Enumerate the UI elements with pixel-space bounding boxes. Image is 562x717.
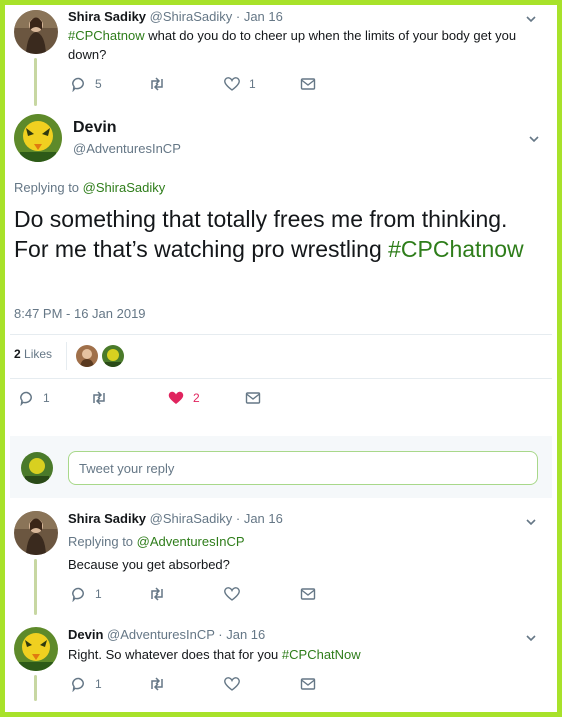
tweet2-replying-to: Replying to @AdventuresInCP	[68, 532, 245, 551]
reply-count: 1	[95, 587, 102, 601]
reply-button[interactable]: 5	[71, 76, 102, 92]
reply-count: 1	[43, 391, 50, 405]
like-button[interactable]	[223, 676, 241, 692]
retweet-button[interactable]	[90, 390, 108, 406]
chevron-down-icon[interactable]	[525, 13, 537, 25]
like-count: 1	[249, 77, 256, 91]
main-tweet-text: Do something that totally frees me from …	[14, 204, 544, 264]
main-author-handle[interactable]: @AdventuresInCP	[73, 141, 181, 156]
like-button[interactable]: 2	[167, 390, 200, 406]
thread-line	[34, 58, 37, 106]
reply-icon	[72, 77, 84, 92]
author-handle[interactable]: @ShiraSadiky	[150, 511, 233, 526]
main-author-name-row: Devin	[73, 119, 117, 137]
envelope-icon	[245, 392, 261, 404]
like-button[interactable]: 1	[223, 76, 256, 92]
retweet-icon	[151, 77, 163, 91]
envelope-icon	[300, 678, 316, 690]
tweet3-actions: 1	[68, 676, 368, 694]
main-author-handle-row: @AdventuresInCP	[73, 141, 181, 156]
reply-count: 5	[95, 77, 102, 91]
tweet3-text: Right. So whatever does that for you #CP…	[68, 645, 361, 664]
avatar-shira[interactable]	[14, 511, 58, 555]
hashtag-link[interactable]: #CPChatnow	[68, 28, 145, 43]
chevron-down-icon[interactable]	[525, 516, 537, 528]
retweet-icon	[151, 587, 163, 601]
dm-button[interactable]	[245, 390, 261, 406]
tweet2-text: Because you get absorbed?	[68, 557, 230, 572]
replying-to-link[interactable]: @AdventuresInCP	[137, 534, 245, 549]
avatar-shira[interactable]	[14, 10, 58, 54]
retweet-button[interactable]	[148, 76, 166, 92]
reply-button[interactable]: 1	[71, 586, 102, 602]
reply-count: 1	[95, 677, 102, 691]
tweet2-actions: 1	[68, 586, 368, 604]
tweet-date[interactable]: · Jan 16	[236, 9, 283, 24]
divider	[10, 378, 552, 379]
thread-line	[34, 559, 37, 615]
reply-input[interactable]: Tweet your reply	[68, 451, 538, 485]
retweet-icon	[93, 391, 105, 405]
dm-button[interactable]	[300, 76, 316, 92]
author-handle[interactable]: @ShiraSadiky	[150, 9, 233, 24]
main-actions: 1 2	[14, 390, 314, 408]
tweet-thread-frame: Shira Sadiky @ShiraSadiky · Jan 16 #CPCh…	[0, 0, 562, 717]
divider	[66, 342, 67, 370]
reply-icon	[72, 677, 84, 692]
chevron-down-icon[interactable]	[528, 133, 540, 145]
dm-button[interactable]	[300, 676, 316, 692]
heart-icon	[224, 77, 240, 91]
main-timestamp[interactable]: 8:47 PM - 16 Jan 2019	[14, 304, 146, 323]
tweet2-header: Shira Sadiky @ShiraSadiky · Jan 16	[68, 511, 283, 526]
envelope-icon	[300, 588, 316, 600]
retweet-icon	[151, 677, 163, 691]
current-user-avatar	[21, 452, 53, 484]
tweet3-header: Devin @AdventuresInCP · Jan 16	[68, 627, 265, 642]
avatar-devin[interactable]	[14, 627, 58, 671]
tweet1-actions: 5 1	[68, 76, 368, 94]
heart-filled-icon	[168, 391, 184, 404]
heart-icon	[224, 677, 240, 691]
likes-count: 2	[14, 347, 21, 361]
tweet1-text: #CPChatnow what do you do to cheer up wh…	[68, 26, 528, 64]
tweet-date[interactable]: · Jan 16	[218, 627, 265, 642]
replying-label: Replying to	[68, 534, 137, 549]
reply-icon	[72, 587, 84, 602]
tweet1-header: Shira Sadiky @ShiraSadiky · Jan 16	[68, 9, 283, 24]
like-count: 2	[193, 391, 200, 405]
author-name[interactable]: Devin	[68, 627, 103, 642]
author-name[interactable]: Shira Sadiky	[68, 511, 146, 526]
reply-button[interactable]: 1	[19, 390, 50, 406]
likes-summary[interactable]: 2 Likes	[14, 347, 52, 361]
main-hashtag-link[interactable]: #CPChatnow	[388, 236, 524, 262]
likes-label: Likes	[20, 347, 53, 361]
hashtag-link[interactable]: #CPChatNow	[282, 647, 361, 662]
reply-icon	[20, 391, 32, 406]
avatar-devin[interactable]	[14, 114, 62, 162]
liker-avatar[interactable]	[76, 345, 98, 367]
main-author-name[interactable]: Devin	[73, 119, 117, 136]
retweet-button[interactable]	[148, 676, 166, 692]
tweet-date[interactable]: · Jan 16	[236, 511, 283, 526]
heart-icon	[224, 587, 240, 601]
divider	[10, 334, 552, 335]
author-handle[interactable]: @AdventuresInCP	[107, 627, 215, 642]
tweet-body: Right. So whatever does that for you	[68, 647, 282, 662]
retweet-button[interactable]	[148, 586, 166, 602]
replying-to-link[interactable]: @ShiraSadiky	[83, 180, 166, 195]
main-replying-to: Replying to @ShiraSadiky	[14, 178, 165, 197]
liker-avatar[interactable]	[102, 345, 124, 367]
reply-button[interactable]: 1	[71, 676, 102, 692]
thread-line	[34, 675, 37, 701]
dm-button[interactable]	[300, 586, 316, 602]
like-button[interactable]	[223, 586, 241, 602]
replying-label: Replying to	[14, 180, 83, 195]
envelope-icon	[300, 78, 316, 90]
author-name[interactable]: Shira Sadiky	[68, 9, 146, 24]
chevron-down-icon[interactable]	[525, 632, 537, 644]
